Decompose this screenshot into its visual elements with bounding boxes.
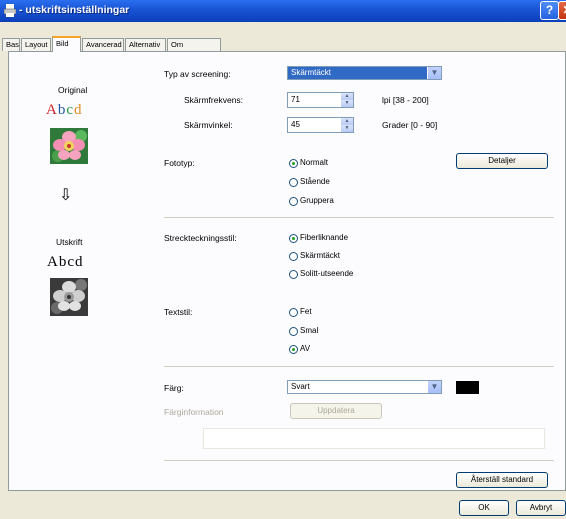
out-char-c: c <box>67 254 76 270</box>
radio-icon[interactable] <box>289 252 298 261</box>
original-flower-image <box>50 128 88 164</box>
radio-icon[interactable] <box>289 270 298 279</box>
printer-app-icon <box>4 4 16 17</box>
tab-avancerad[interactable]: Avancerad <box>82 38 124 51</box>
color-label: Färg: <box>164 383 184 393</box>
tab-bild[interactable]: Bild <box>52 36 81 52</box>
update-button[interactable]: Uppdatera <box>290 403 382 419</box>
spin-up-icon[interactable]: ▲ <box>341 93 353 100</box>
sample-char-a: A <box>46 102 58 118</box>
screen-angle-stepper[interactable]: 45 ▲ ▼ <box>287 117 354 133</box>
screening-type-value: Skärmtäckt <box>291 68 332 77</box>
cancel-button[interactable]: Avbryt <box>516 500 566 516</box>
radio-icon[interactable] <box>289 178 298 187</box>
sample-char-d: d <box>74 102 83 118</box>
ok-button[interactable]: OK <box>459 500 509 516</box>
title-bar: - utskriftsinställningar ? ✕ <box>0 0 566 22</box>
radio-icon[interactable] <box>289 327 298 336</box>
screen-angle-value: 45 <box>291 120 300 129</box>
bild-tab-panel: Original Abcd ⇩ Utskrift Abcd Typ av scr… <box>8 51 566 491</box>
radio-checked-icon[interactable] <box>289 345 298 354</box>
color-info-box <box>203 428 545 449</box>
output-sample-text: Abcd <box>47 254 84 271</box>
reset-defaults-button[interactable]: Återställ standard <box>456 472 548 488</box>
sample-char-c: c <box>66 102 75 118</box>
chevron-down-icon[interactable]: ▼ <box>427 381 441 393</box>
radio-icon[interactable] <box>289 308 298 317</box>
tab-alternativ[interactable]: Alternativ <box>125 38 166 51</box>
spin-down-icon[interactable]: ▼ <box>341 125 353 132</box>
screen-frequency-stepper[interactable]: 71 ▲ ▼ <box>287 92 354 108</box>
divider <box>164 366 554 367</box>
screen-angle-range: Grader [0 - 90] <box>382 120 438 130</box>
radio-icon[interactable] <box>289 197 298 206</box>
screen-frequency-value: 71 <box>291 95 300 104</box>
tab-strip: Bas Layout Bild Avancerad Alternativ Om <box>0 36 566 52</box>
tab-om[interactable]: Om <box>167 38 221 51</box>
window-title: - utskriftsinställningar <box>19 4 130 16</box>
out-char-a: A <box>47 254 59 270</box>
divider <box>164 217 554 218</box>
radio-checked-icon[interactable] <box>289 234 298 243</box>
original-sample-text: Abcd <box>46 102 83 119</box>
tab-layout[interactable]: Layout <box>21 38 51 51</box>
screening-type-label: Typ av screening: <box>164 69 231 79</box>
color-select[interactable]: Svart ▼ <box>287 380 442 394</box>
screen-angle-label: Skärmvinkel: <box>184 120 233 130</box>
screen-frequency-label: Skärmfrekvens: <box>184 95 244 105</box>
color-value: Svart <box>291 382 310 391</box>
color-swatch <box>456 381 479 394</box>
screening-type-select[interactable]: Skärmtäckt ▼ <box>287 66 442 80</box>
divider <box>164 460 554 461</box>
down-arrow-icon: ⇩ <box>59 187 73 204</box>
color-info-label: Färginformation <box>164 407 224 417</box>
radio-checked-icon[interactable] <box>289 159 298 168</box>
text-style-label: Textstil: <box>164 307 193 317</box>
details-button[interactable]: Detaljer <box>456 153 548 169</box>
out-char-d: d <box>75 254 84 270</box>
spin-up-icon[interactable]: ▲ <box>341 118 353 125</box>
close-icon[interactable]: ✕ <box>558 1 566 20</box>
lineart-style-label: Streckteckningsstil: <box>164 233 237 243</box>
spin-down-icon[interactable]: ▼ <box>341 100 353 107</box>
help-icon[interactable]: ? <box>540 1 559 20</box>
output-flower-image <box>50 278 88 316</box>
photo-type-label: Fototyp: <box>164 158 195 168</box>
screen-frequency-range: lpi [38 - 200] <box>382 95 429 105</box>
chevron-down-icon[interactable]: ▼ <box>427 67 441 79</box>
tab-bas[interactable]: Bas <box>2 38 20 51</box>
output-label: Utskrift <box>56 237 83 247</box>
original-label: Original <box>58 85 88 95</box>
